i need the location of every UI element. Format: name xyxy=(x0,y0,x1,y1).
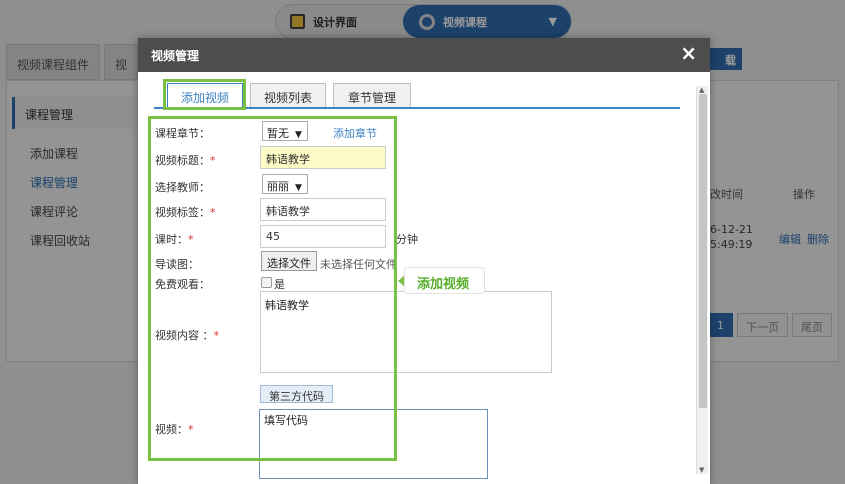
close-icon[interactable]: × xyxy=(680,43,697,63)
highlight-add-tab xyxy=(163,79,246,110)
scroll-down-icon[interactable]: ▼ xyxy=(699,466,704,474)
highlight-form xyxy=(148,116,397,461)
tab-chapter-manage[interactable]: 章节管理 xyxy=(333,83,411,107)
dialog-header: 视频管理 × xyxy=(138,38,710,72)
dialog-scrollbar[interactable]: ▲ ▼ xyxy=(696,86,708,474)
scroll-thumb[interactable] xyxy=(699,94,707,408)
dialog-title: 视频管理 xyxy=(151,49,200,63)
hours-unit: 分钟 xyxy=(396,233,418,246)
tab-video-list[interactable]: 视频列表 xyxy=(250,83,326,107)
add-video-callout: 添加视频 xyxy=(404,267,485,294)
scroll-up-icon[interactable]: ▲ xyxy=(699,86,704,94)
